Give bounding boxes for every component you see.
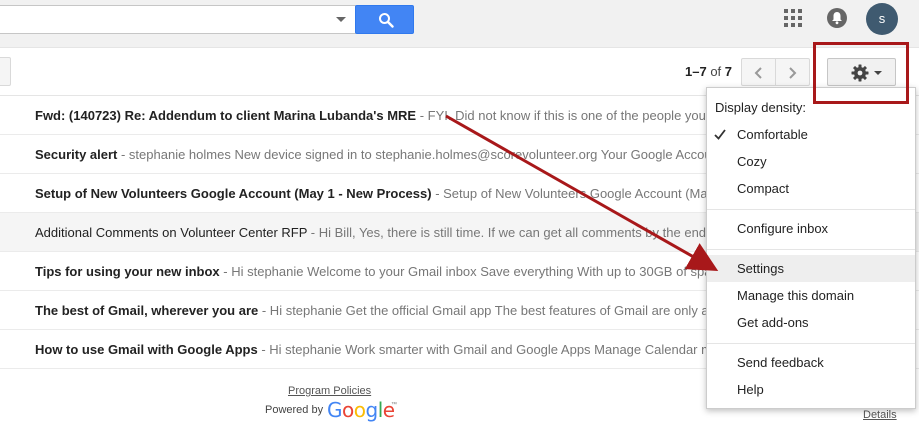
message-snippet: - FYI. Did not know if this is one of th… — [416, 108, 706, 123]
menu-item-cozy[interactable]: Cozy — [707, 148, 915, 175]
menu-item-settings[interactable]: Settings — [707, 255, 915, 282]
top-header: s — [0, 0, 919, 48]
message-snippet: - stephanie holmes New device signed in … — [117, 147, 723, 162]
google-logo-letter: o — [342, 398, 354, 422]
avatar[interactable]: s — [866, 3, 898, 35]
message-subject: The best of Gmail, wherever you are — [35, 303, 259, 318]
notifications-icon[interactable] — [827, 8, 847, 28]
google-logo-letter: G — [327, 398, 343, 422]
menu-item-configure-inbox[interactable]: Configure inbox — [707, 215, 915, 242]
menu-item-manage-domain[interactable]: Manage this domain — [707, 282, 915, 309]
message-subject: Additional Comments on Volunteer Center … — [35, 225, 308, 240]
menu-item-compact[interactable]: Compact — [707, 175, 915, 202]
apps-grid-icon[interactable] — [784, 9, 802, 27]
annotation-highlight-box — [813, 42, 909, 104]
message-subject: Security alert — [35, 147, 118, 162]
details-link[interactable]: Details — [863, 409, 897, 421]
search-input[interactable] — [0, 5, 356, 34]
menu-divider — [707, 209, 915, 210]
settings-menu: Display density: Comfortable Cozy Compac… — [706, 87, 916, 409]
message-snippet: - Hi stephanie Work smarter with Gmail a… — [257, 342, 720, 357]
powered-by-label: Powered by — [265, 404, 324, 416]
search-icon — [379, 13, 394, 28]
menu-divider — [707, 343, 915, 344]
message-snippet: - Hi Bill, Yes, there is still time. If … — [307, 225, 717, 240]
program-policies-link[interactable]: Program Policies — [288, 385, 371, 397]
menu-item-comfortable[interactable]: Comfortable — [707, 121, 915, 148]
message-subject: Setup of New Volunteers Google Account (… — [35, 186, 432, 201]
menu-item-send-feedback[interactable]: Send feedback — [707, 349, 915, 376]
menu-item-get-addons[interactable]: Get add-ons — [707, 309, 915, 336]
chevron-right-icon — [789, 67, 797, 79]
menu-item-help[interactable]: Help — [707, 376, 915, 403]
message-subject: Tips for using your new inbox — [35, 264, 220, 279]
google-logo-letter: g — [365, 398, 379, 422]
pager-of-label: of — [710, 64, 722, 79]
message-subject: Fwd: (140723) Re: Addendum to client Mar… — [35, 108, 417, 123]
message-snippet: - Hi stephanie Welcome to your Gmail inb… — [219, 264, 726, 279]
menu-divider — [707, 249, 915, 250]
newer-button[interactable] — [741, 58, 776, 86]
search-options-dropdown-icon[interactable] — [336, 17, 346, 22]
pager-total: 7 — [724, 64, 733, 79]
trademark-symbol: ™ — [391, 402, 397, 408]
message-snippet: - Hi stephanie Get the official Gmail ap… — [258, 303, 716, 318]
search-button[interactable] — [355, 5, 414, 34]
google-logo-letter: o — [353, 398, 366, 422]
density-heading: Display density: — [715, 100, 807, 115]
pager-count: 1–7 of 7 — [685, 64, 732, 79]
chevron-left-icon — [754, 67, 762, 79]
select-checkbox-button[interactable] — [0, 57, 11, 86]
pager-range: 1–7 — [685, 64, 707, 79]
message-snippet: - Setup of New Volunteers Google Account… — [431, 186, 715, 201]
google-logo: Google — [327, 398, 395, 422]
older-button[interactable] — [775, 58, 810, 86]
message-subject: How to use Gmail with Google Apps — [35, 342, 258, 357]
